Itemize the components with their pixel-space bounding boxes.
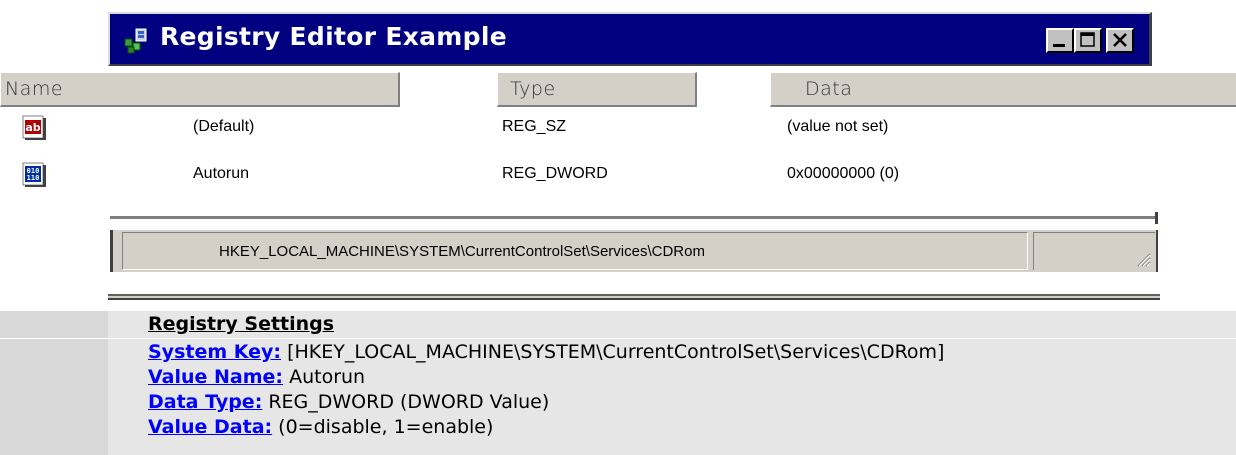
status-path-panel: HKEY_LOCAL_MACHINE\SYSTEM\CurrentControl… — [122, 232, 1028, 270]
value-type: REG_SZ — [502, 118, 567, 135]
status-panel-empty — [1033, 232, 1155, 270]
registry-settings-header: Registry Settings — [108, 311, 1236, 338]
table-gutter — [0, 311, 108, 338]
value-data: (value not set) — [787, 118, 889, 135]
setting-data-type: Data Type: REG_DWORD (DWORD Value) — [148, 390, 1236, 415]
registry-editor-icon — [124, 28, 147, 54]
close-icon — [1113, 33, 1127, 47]
system-key-link[interactable]: System Key: — [148, 341, 281, 363]
data-type-link[interactable]: Data Type: — [148, 391, 262, 413]
setting-system-key: System Key: [HKEY_LOCAL_MACHINE\SYSTEM\C… — [148, 340, 1236, 365]
window-title-bar[interactable]: Registry Editor Example — [108, 12, 1152, 66]
value-name: Autorun — [193, 165, 250, 182]
value-data: 0x00000000 (0) — [787, 165, 900, 182]
value-data-link[interactable]: Value Data: — [148, 416, 272, 438]
minimize-icon — [1053, 44, 1065, 47]
status-bar: HKEY_LOCAL_MACHINE\SYSTEM\CurrentControl… — [110, 230, 1158, 272]
value-name: (Default) — [193, 118, 255, 135]
registry-settings-title: Registry Settings — [148, 313, 335, 335]
setting-value-data: Value Data: (0=disable, 1=enable) — [148, 415, 1236, 440]
value-row[interactable]: ab (Default) REG_SZ (value not set) — [0, 113, 1236, 147]
system-key-value: [HKEY_LOCAL_MACHINE\SYSTEM\CurrentContro… — [281, 341, 945, 363]
value-type: REG_DWORD — [502, 165, 608, 182]
column-header-data[interactable]: Data — [770, 72, 1236, 107]
maximize-button[interactable] — [1074, 28, 1102, 53]
value-data-value: (0=disable, 1=enable) — [272, 416, 494, 438]
minimize-button[interactable] — [1046, 28, 1074, 53]
value-row[interactable]: 010 110 Autorun REG_DWORD 0x00000000 (0) — [0, 160, 1236, 194]
string-value-icon: ab — [22, 115, 46, 140]
window-title: Registry Editor Example — [160, 22, 507, 51]
divider — [110, 212, 1158, 224]
registry-settings-body: System Key: [HKEY_LOCAL_MACHINE\SYSTEM\C… — [108, 339, 1236, 455]
svg-text:110: 110 — [27, 174, 40, 182]
value-name-link[interactable]: Value Name: — [148, 366, 283, 388]
data-type-value: REG_DWORD (DWORD Value) — [262, 391, 550, 413]
close-button[interactable] — [1106, 28, 1134, 53]
status-path: HKEY_LOCAL_MACHINE\SYSTEM\CurrentControl… — [219, 243, 705, 260]
column-header-type[interactable]: Type — [497, 72, 697, 107]
value-name-value: Autorun — [283, 366, 366, 388]
resize-grip-icon[interactable] — [1135, 251, 1151, 267]
svg-text:ab: ab — [25, 121, 40, 134]
column-header-name[interactable]: Name — [0, 72, 400, 107]
setting-value-name: Value Name: Autorun — [148, 365, 1236, 390]
maximize-icon — [1080, 32, 1095, 47]
binary-value-icon: 010 110 — [22, 162, 46, 187]
window-bottom-border — [108, 294, 1160, 300]
table-gutter — [0, 339, 108, 455]
